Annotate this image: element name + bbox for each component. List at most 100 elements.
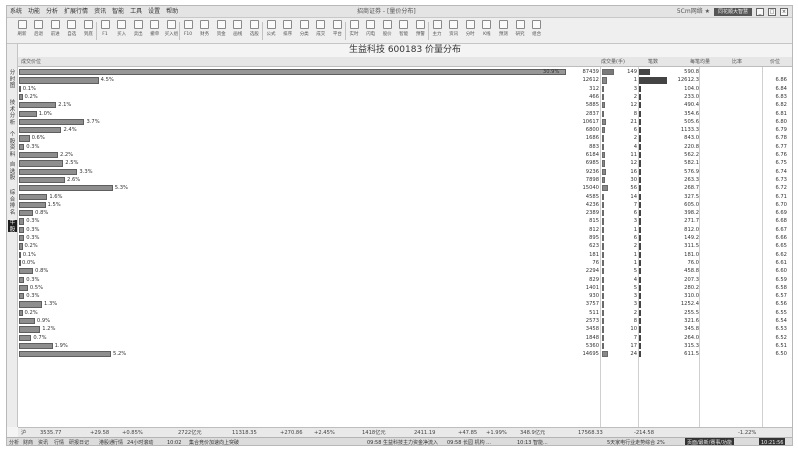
status-item[interactable]: 行情 xyxy=(113,438,123,445)
sidebar-tab[interactable]: 综合排名 xyxy=(8,190,17,216)
menu-item[interactable]: 系统 xyxy=(10,7,22,17)
toolbar-button[interactable]: 画线 xyxy=(231,20,245,42)
toolbar-button[interactable]: 股价 xyxy=(380,20,394,42)
table-row[interactable]: 0.8% 2294 5 458.8 6.60 xyxy=(18,267,792,275)
table-row[interactable]: 3.3% 9236 16 576.9 6.74 xyxy=(18,168,792,176)
toolbar-button[interactable]: 实时 xyxy=(347,20,361,42)
sidebar-tab[interactable]: 牛股 xyxy=(8,220,17,233)
table-row[interactable]: 0.2% 623 2 311.5 6.65 xyxy=(18,242,792,250)
table-row[interactable]: 0.1% 312 3 104.0 6.84 xyxy=(18,85,792,93)
table-row[interactable]: 0.3% 812 1 812.0 6.67 xyxy=(18,226,792,234)
status-item[interactable]: 09:58 生益科技主力资金净流入 xyxy=(367,438,438,445)
table-row[interactable]: 4.5% 12612 1 12612.3 6.86 xyxy=(18,76,792,84)
toolbar-button[interactable]: 分时 xyxy=(463,20,477,42)
toolbar-button[interactable]: K线 xyxy=(480,20,494,42)
toolbar-button[interactable]: 组合 xyxy=(530,20,544,42)
menu-item[interactable]: 帮助 xyxy=(166,7,178,17)
status-item[interactable]: 港股通 xyxy=(99,438,114,445)
status-item[interactable]: 资讯 xyxy=(38,438,48,445)
table-row[interactable]: 0.2% 466 2 233.0 6.83 xyxy=(18,93,792,101)
toolbar-button[interactable]: 预警 xyxy=(413,20,427,42)
menu-item[interactable]: 资讯 xyxy=(94,7,106,17)
col-count-header[interactable]: 笔数 xyxy=(648,57,658,67)
toolbar-button[interactable]: 到底 xyxy=(81,20,95,42)
toolbar-button[interactable]: 撤单 xyxy=(148,20,162,42)
table-row[interactable]: 2.1% 5885 12 490.4 6.82 xyxy=(18,101,792,109)
col-5-header[interactable]: 比率 xyxy=(732,57,742,67)
menu-item[interactable]: 功能 xyxy=(28,7,40,17)
maximize-button[interactable]: □ xyxy=(768,8,776,16)
toolbar-button[interactable]: 选股 xyxy=(247,20,261,42)
status-item[interactable]: 10:02 xyxy=(167,438,181,445)
status-item[interactable]: 分析 xyxy=(9,438,19,445)
toolbar-button[interactable]: 智能 xyxy=(397,20,411,42)
toolbar-button[interactable]: 研究 xyxy=(513,20,527,42)
toolbar-button[interactable]: F1 xyxy=(98,20,112,42)
col-avg-header[interactable]: 每笔均量 xyxy=(690,57,710,67)
table-row[interactable]: 0.3% 829 4 207.3 6.59 xyxy=(18,276,792,284)
menu-item[interactable]: 扩展行情 xyxy=(64,7,88,17)
status-item[interactable]: 集合竞价加速向上突破 xyxy=(189,438,239,445)
status-item[interactable]: 09:58 长园 机构 ... xyxy=(447,438,491,445)
toolbar-button[interactable]: 成交 xyxy=(314,20,328,42)
sidebar-tab[interactable]: 个股资料 xyxy=(8,132,17,158)
table-row[interactable]: 0.1% 181 1 181.0 6.62 xyxy=(18,251,792,259)
table-row[interactable]: 5.2% 14695 24 611.5 6.50 xyxy=(18,350,792,358)
login-button[interactable]: 同花顺大智慧 xyxy=(713,8,752,16)
toolbar-button[interactable]: 公式 xyxy=(264,20,278,42)
table-row[interactable]: 1.5% 4236 7 605.0 6.70 xyxy=(18,201,792,209)
table-row[interactable]: 2.2% 6184 11 562.2 6.76 xyxy=(18,151,792,159)
toolbar-button[interactable]: 刷新 xyxy=(15,20,29,42)
minimize-button[interactable]: _ xyxy=(756,8,764,16)
table-row[interactable]: 0.5% 1401 5 280.2 6.58 xyxy=(18,284,792,292)
table-row[interactable]: 1.9% 5360 17 315.3 6.51 xyxy=(18,342,792,350)
table-row[interactable]: 0.8% 2389 6 398.2 6.69 xyxy=(18,209,792,217)
table-row[interactable]: 1.6% 4585 14 327.5 6.71 xyxy=(18,193,792,201)
toolbar-button[interactable]: 排序 xyxy=(281,20,295,42)
menu-item[interactable]: 分析 xyxy=(46,7,58,17)
toolbar-button[interactable]: 财务 xyxy=(198,20,212,42)
toolbar-button[interactable]: 平台 xyxy=(330,20,344,42)
sidebar-tab[interactable]: 自选股 xyxy=(8,162,17,184)
table-row[interactable]: 0.3% 815 3 271.7 6.68 xyxy=(18,217,792,225)
status-item[interactable]: 研报日记 xyxy=(69,438,89,445)
table-row[interactable]: 1.3% 3757 3 1252.4 6.56 xyxy=(18,300,792,308)
col-price-header[interactable]: 成交价位 xyxy=(21,57,41,67)
table-row[interactable]: 1.0% 2837 8 354.6 6.81 xyxy=(18,110,792,118)
toolbar-button[interactable]: 预测 xyxy=(496,20,510,42)
table-row[interactable]: 30.9% 87439 149 590.8 xyxy=(18,68,792,76)
toolbar-button[interactable]: 资金 xyxy=(214,20,228,42)
status-item[interactable]: 财商 xyxy=(23,438,33,445)
menu-item[interactable]: 设置 xyxy=(148,7,160,17)
toolbar-button[interactable]: 自选 xyxy=(65,20,79,42)
toolbar-button[interactable]: 分类 xyxy=(297,20,311,42)
table-row[interactable]: 0.3% 895 6 149.2 6.66 xyxy=(18,234,792,242)
table-row[interactable]: 2.5% 6985 12 582.1 6.75 xyxy=(18,159,792,167)
menu-item[interactable]: 智能 xyxy=(112,7,124,17)
col-ratio-header[interactable]: 价位 xyxy=(770,57,780,67)
table-row[interactable]: 3.7% 10617 21 505.6 6.80 xyxy=(18,118,792,126)
table-row[interactable]: 1.2% 3458 10 345.8 6.53 xyxy=(18,325,792,333)
status-item[interactable]: 行情 xyxy=(54,438,64,445)
toolbar-button[interactable]: F10 xyxy=(181,20,195,42)
table-row[interactable]: 0.9% 2573 8 321.6 6.54 xyxy=(18,317,792,325)
status-item[interactable]: 5天家电行业走势综合 2% xyxy=(607,438,665,445)
table-row[interactable]: 0.3% 883 4 220.8 6.77 xyxy=(18,143,792,151)
status-item[interactable]: 24小时滚动 xyxy=(127,438,153,445)
status-item[interactable]: 页面/最新/赛事/功能 xyxy=(685,438,735,445)
toolbar-button[interactable]: 前进 xyxy=(48,20,62,42)
toolbar-button[interactable]: 后退 xyxy=(32,20,46,42)
toolbar-button[interactable]: 卖出 xyxy=(131,20,145,42)
toolbar-button[interactable]: 买入 xyxy=(115,20,129,42)
table-row[interactable]: 5.3% 15040 56 268.7 6.72 xyxy=(18,184,792,192)
table-row[interactable]: 0.3% 930 3 310.0 6.57 xyxy=(18,292,792,300)
table-row[interactable]: 0.6% 1686 2 843.0 6.78 xyxy=(18,134,792,142)
table-row[interactable]: 0.7% 1848 7 264.0 6.52 xyxy=(18,334,792,342)
table-row[interactable]: 2.4% 6800 6 1133.3 6.79 xyxy=(18,126,792,134)
table-row[interactable]: 0.0% 76 1 76.0 6.61 xyxy=(18,259,792,267)
toolbar-button[interactable]: 主力 xyxy=(430,20,444,42)
toolbar-button[interactable]: 资讯 xyxy=(447,20,461,42)
table-row[interactable]: 2.6% 7898 30 263.3 6.73 xyxy=(18,176,792,184)
col-volume-header[interactable]: 成交量(手) xyxy=(601,57,625,67)
table-row[interactable]: 0.2% 511 2 255.5 6.55 xyxy=(18,309,792,317)
